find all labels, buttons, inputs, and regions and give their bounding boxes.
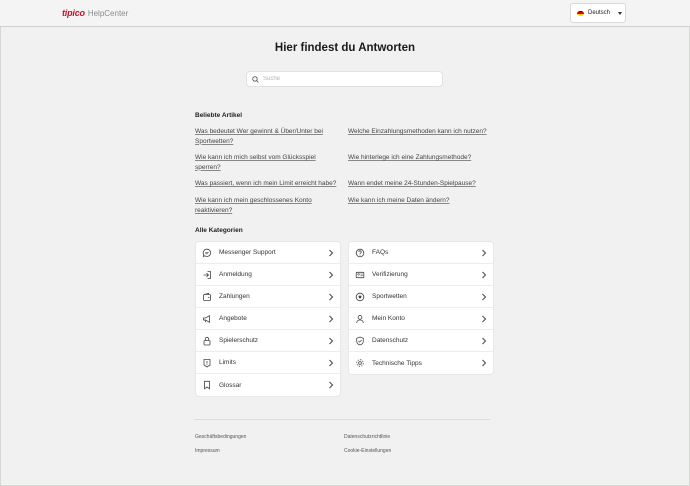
alert-icon	[202, 358, 212, 368]
chevron-right-icon	[329, 381, 334, 389]
chevron-right-icon	[482, 315, 487, 323]
football-icon	[355, 292, 365, 302]
category-limits[interactable]: Limits	[196, 352, 340, 374]
helpcenter-label: HelpCenter	[87, 9, 129, 18]
chevron-right-icon	[329, 337, 334, 345]
category-label: Angebote	[219, 315, 247, 322]
bookmark-icon	[202, 380, 212, 390]
article-link[interactable]: Wie hinterlege ich eine Zahlungsmethode?	[348, 153, 498, 163]
category-label: Technische Tipps	[372, 359, 422, 367]
chat-bubble-icon	[202, 248, 212, 258]
category-mein-konto[interactable]: Mein Konto	[349, 308, 493, 330]
article-link[interactable]: Was passiert, wenn ich mein Limit erreic…	[195, 179, 345, 189]
shield-check-icon	[355, 336, 365, 346]
chevron-right-icon	[329, 249, 334, 257]
popular-articles-heading: Beliebte Artikel	[195, 112, 243, 119]
search-icon	[252, 75, 259, 83]
category-glossar[interactable]: Glossar	[196, 374, 340, 396]
page-title: Hier findest du Antworten	[274, 42, 416, 54]
category-faqs[interactable]: FAQs	[349, 242, 493, 264]
search-input[interactable]	[263, 76, 433, 82]
article-link[interactable]: Wie kann ich mein geschlossenes Konto re…	[195, 196, 330, 215]
chevron-right-icon	[329, 293, 334, 301]
gear-icon	[355, 358, 365, 368]
wallet-icon	[202, 292, 212, 302]
category-label: Verifizierung	[372, 271, 408, 278]
article-link[interactable]: Wann endet meine 24-Stunden-Spielpause?	[348, 179, 498, 189]
category-label: Glossar	[219, 381, 242, 389]
brand-logo-text: tipico	[62, 8, 85, 18]
question-icon	[355, 248, 365, 258]
login-icon	[202, 270, 212, 280]
category-label: Limits	[219, 359, 236, 366]
logo[interactable]: tipico HelpCenter	[62, 8, 128, 20]
category-technische-tipps[interactable]: Technische Tipps	[349, 352, 493, 374]
chevron-right-icon	[482, 359, 487, 367]
footer-link-imprint[interactable]: Impressum	[195, 448, 220, 454]
article-link[interactable]: Wie kann ich mich selbst vom Glücksspiel…	[195, 153, 330, 172]
category-angebote[interactable]: Angebote	[196, 308, 340, 330]
category-datenschutz[interactable]: Datenschutz	[349, 330, 493, 352]
caret-down-icon	[618, 11, 623, 15]
category-list-right: FAQs Verifizierung Sportwetten Mein Kont…	[348, 241, 494, 375]
language-selector[interactable]: Deutsch	[570, 3, 626, 23]
article-link[interactable]: Wie kann ich meine Daten ändern?	[348, 196, 498, 206]
category-label: Zahlungen	[219, 293, 250, 300]
category-label: Messenger Support	[219, 249, 276, 256]
all-categories-heading: Alle Kategorien	[195, 227, 243, 234]
category-label: Datenschutz	[372, 337, 409, 344]
category-verifizierung[interactable]: Verifizierung	[349, 264, 493, 286]
category-sportwetten[interactable]: Sportwetten	[349, 286, 493, 308]
category-label: Spielerschutz	[219, 337, 259, 344]
category-label: FAQs	[372, 249, 389, 256]
category-anmeldung[interactable]: Anmeldung	[196, 264, 340, 286]
lock-icon	[202, 336, 212, 346]
article-link[interactable]: Was bedeutet Wer gewinnt & Über/Unter be…	[195, 127, 340, 146]
article-link[interactable]: Welche Einzahlungsmethoden kann ich nutz…	[348, 127, 498, 137]
chevron-right-icon	[482, 337, 487, 345]
id-card-icon	[355, 270, 365, 280]
megaphone-icon	[202, 314, 212, 324]
chevron-right-icon	[482, 271, 487, 279]
footer-divider	[194, 419, 490, 420]
german-flag-icon	[577, 10, 584, 16]
chevron-right-icon	[329, 315, 334, 323]
category-zahlungen[interactable]: Zahlungen	[196, 286, 340, 308]
category-label: Sportwetten	[372, 293, 407, 300]
chevron-right-icon	[482, 249, 487, 257]
footer-link-privacy[interactable]: Datenschutzrichtlinie	[344, 434, 390, 440]
footer-link-terms[interactable]: Geschäftsbedingungen	[195, 434, 246, 440]
category-label: Mein Konto	[372, 315, 405, 322]
category-list-left: Messenger Support Anmeldung Zahlungen An…	[195, 241, 341, 397]
footer-link-cookies[interactable]: Cookie-Einstellungen	[344, 448, 391, 454]
category-label: Anmeldung	[219, 271, 252, 278]
category-spielerschutz[interactable]: Spielerschutz	[196, 330, 340, 352]
user-icon	[355, 314, 365, 324]
search-box[interactable]	[246, 71, 443, 87]
chevron-right-icon	[482, 293, 487, 301]
chevron-right-icon	[329, 271, 334, 279]
language-label: Deutsch	[588, 10, 611, 16]
top-header: tipico HelpCenter Deutsch	[0, 0, 690, 27]
chevron-right-icon	[329, 359, 334, 367]
category-messenger-support[interactable]: Messenger Support	[196, 242, 340, 264]
